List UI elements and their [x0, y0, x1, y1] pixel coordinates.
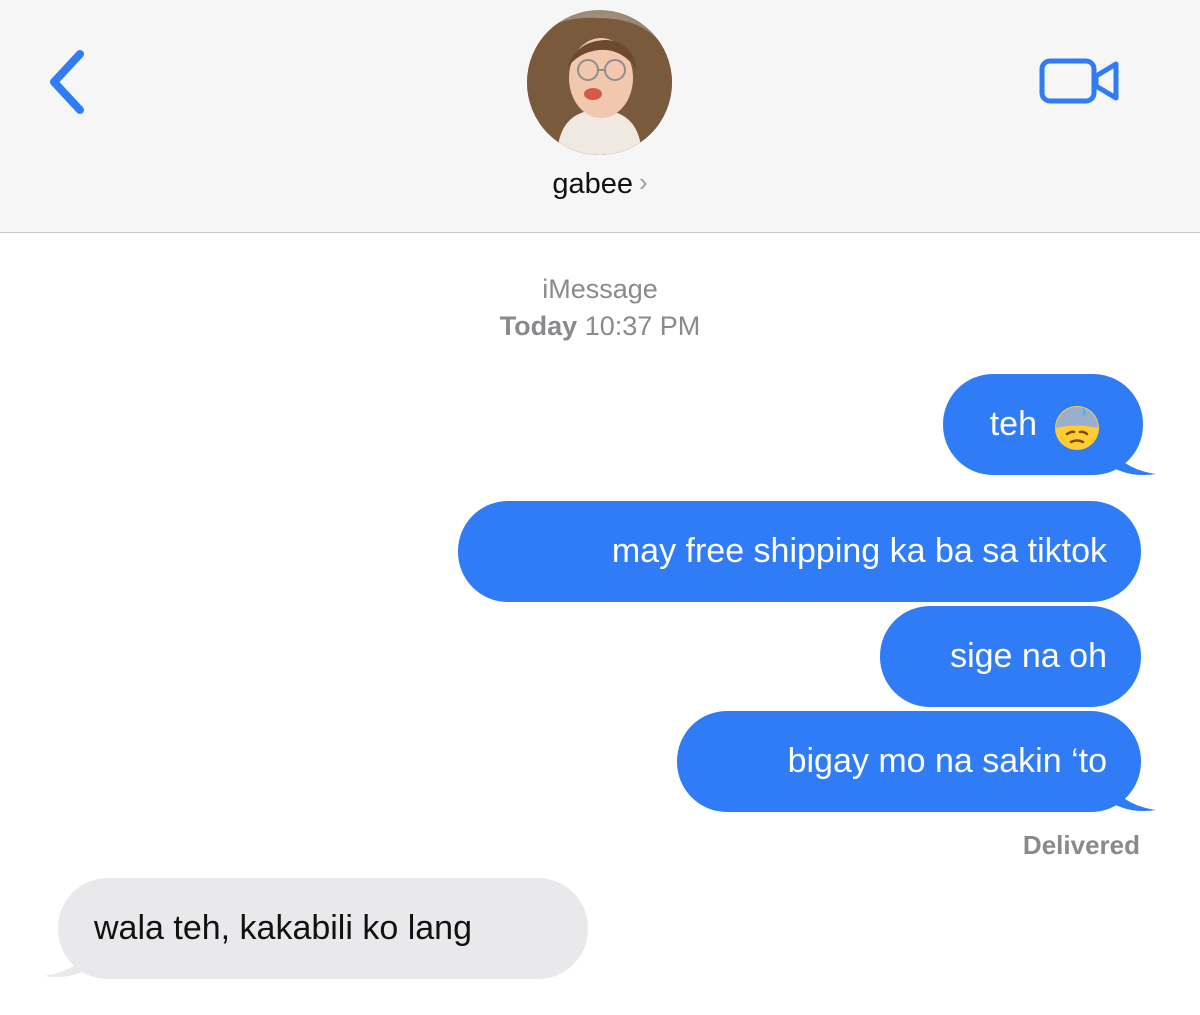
messages-screen: gabee › iMessage Today 10:37 PM teh may f…	[0, 0, 1200, 1015]
back-chevron-icon[interactable]	[40, 46, 96, 118]
timestamp-day: Today	[499, 311, 578, 341]
downcast-sweat-face-icon	[1055, 406, 1099, 450]
video-camera-icon[interactable]	[1036, 52, 1124, 110]
avatar-photo	[527, 10, 672, 155]
outgoing-message-2[interactable]: may free shipping ka ba sa tiktok	[458, 501, 1141, 602]
delivery-status: Delivered	[1022, 830, 1140, 860]
outgoing-message-3[interactable]: sige na oh	[880, 606, 1141, 707]
message-text: may free shipping ka ba sa tiktok	[611, 532, 1107, 570]
incoming-message-1[interactable]: wala teh, kakabili ko lang	[58, 878, 588, 979]
contact-name-button[interactable]: gabee ›	[0, 167, 1200, 201]
message-text: teh	[989, 405, 1037, 443]
conversation-header: gabee ›	[0, 0, 1200, 233]
contact-name: gabee	[552, 168, 633, 200]
outgoing-bubble-tail	[1110, 440, 1156, 475]
chevron-right-icon: ›	[638, 167, 648, 197]
timestamp-time: 10:37 PM	[584, 311, 701, 341]
incoming-bubble-tail	[44, 942, 90, 977]
timestamp: Today 10:37 PM	[0, 311, 1200, 342]
outgoing-bubble-tail	[1110, 776, 1156, 811]
contact-avatar[interactable]	[527, 10, 672, 155]
message-text: bigay mo na sakin ‘to	[787, 742, 1107, 780]
message-text: sige na oh	[950, 637, 1107, 675]
service-label: iMessage	[542, 274, 658, 304]
message-text: wala teh, kakabili ko lang	[94, 909, 473, 947]
outgoing-message-4[interactable]: bigay mo na sakin ‘to	[677, 711, 1141, 812]
